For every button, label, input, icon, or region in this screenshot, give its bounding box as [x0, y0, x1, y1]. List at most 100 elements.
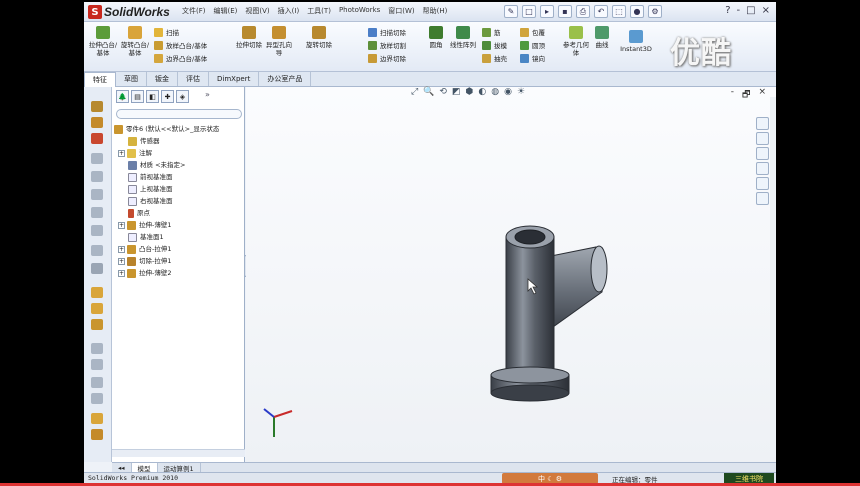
menu-tools[interactable]: 工具(T) — [307, 6, 331, 16]
fillet-button[interactable]: 圆角 — [424, 26, 448, 49]
tool-icon-11[interactable] — [91, 287, 103, 298]
tool-icon-2[interactable] — [91, 117, 103, 128]
display-manager-tab-icon[interactable]: ◈ — [176, 90, 189, 103]
tool-icon-4[interactable] — [91, 153, 103, 164]
draft-button[interactable]: 拔模 — [482, 40, 507, 50]
linear-pattern-button[interactable]: 线性阵列 — [450, 26, 476, 49]
tree-item[interactable]: + 注解 — [118, 147, 152, 159]
sweep-button[interactable]: 扫描 — [154, 27, 179, 37]
new-icon[interactable]: □ — [522, 5, 536, 18]
letterbox-left — [0, 0, 84, 486]
menu-photoworks[interactable]: PhotoWorks — [339, 6, 380, 16]
tool-icon-16[interactable] — [91, 377, 103, 388]
undo-icon[interactable]: ↶ — [594, 5, 608, 18]
tool-icon-17[interactable] — [91, 393, 103, 404]
tool-icon-5[interactable] — [91, 171, 103, 182]
wrap-button[interactable]: 包覆 — [520, 27, 545, 37]
select-icon[interactable]: ⬚ — [612, 5, 626, 18]
tree-item[interactable]: 原点 — [128, 207, 150, 219]
expand-icon[interactable]: + — [118, 257, 125, 265]
property-manager-tab-icon[interactable]: ▤ — [131, 90, 144, 103]
close-button[interactable]: × — [762, 5, 770, 16]
pin-icon[interactable]: ✎ — [504, 5, 518, 18]
shell-button[interactable]: 抽壳 — [482, 53, 507, 63]
tool-icon-15[interactable] — [91, 359, 103, 370]
menu-window[interactable]: 窗口(W) — [388, 6, 414, 16]
tool-icon-8[interactable] — [91, 225, 103, 236]
tree-root-part[interactable]: 零件6 (默认<<默认>_显示状态 — [114, 123, 219, 135]
tree-item[interactable]: + 凸台-拉伸1 — [118, 243, 171, 255]
tool-icon-12[interactable] — [91, 303, 103, 314]
reference-geometry-button[interactable]: 参考几何体 — [562, 26, 590, 57]
menu-help[interactable]: 帮助(H) — [423, 6, 448, 16]
instant3d-button[interactable]: Instant3D — [616, 30, 656, 53]
tool-icon-9[interactable] — [91, 245, 103, 256]
tab-dimxpert[interactable]: DimXpert — [209, 72, 260, 86]
tree-item[interactable]: 材质 <未指定> — [128, 159, 185, 171]
tool-icon-1[interactable] — [91, 101, 103, 112]
tab-sketch[interactable]: 草图 — [116, 72, 147, 86]
expand-icon[interactable]: + — [118, 269, 125, 277]
tree-item[interactable]: 上视基准面 — [128, 183, 173, 195]
extrude-boss-button[interactable]: 拉伸凸台/基体 — [88, 26, 118, 57]
expand-icon[interactable]: + — [118, 245, 125, 253]
tool-icon-7[interactable] — [91, 207, 103, 218]
loft-boss-button[interactable]: 放样凸台/基体 — [154, 40, 207, 50]
dome-button[interactable]: 圆顶 — [520, 40, 545, 50]
revolve-cut-button[interactable]: 旋转切除 — [306, 26, 332, 49]
tool-icon-3[interactable] — [91, 133, 103, 144]
tool-icon-6[interactable] — [91, 189, 103, 200]
save-icon[interactable]: ▪ — [558, 5, 572, 18]
feature-tree-scrollbar[interactable] — [112, 449, 245, 457]
tool-icon-10[interactable] — [91, 263, 103, 274]
open-icon[interactable]: ▸ — [540, 5, 554, 18]
boundary-boss-button[interactable]: 边界凸台/基体 — [154, 53, 207, 63]
chevron-right-icon[interactable]: » — [205, 90, 210, 106]
maximize-button[interactable]: □ — [746, 5, 755, 16]
configuration-tab-icon[interactable]: ◧ — [146, 90, 159, 103]
tab-office-products[interactable]: 办公室产品 — [259, 72, 312, 86]
feature-tree-tab-icon[interactable]: 🌲 — [116, 90, 129, 103]
graphics-scrollbar[interactable] — [770, 97, 776, 457]
tee-pipe-model[interactable] — [246, 87, 776, 462]
tree-item[interactable]: + 切除-拉伸1 — [118, 255, 171, 267]
feature-filter-input[interactable] — [116, 109, 242, 119]
tool-icon-13[interactable] — [91, 319, 103, 330]
menu-insert[interactable]: 插入(I) — [278, 6, 300, 16]
tool-icon-19[interactable] — [91, 429, 103, 440]
revolve-boss-button[interactable]: 旋转凸台/基体 — [120, 26, 150, 57]
tree-item[interactable]: 传感器 — [128, 135, 160, 147]
rebuild-icon[interactable]: ● — [630, 5, 644, 18]
tree-item[interactable]: + 拉伸-薄壁2 — [118, 267, 171, 279]
help-button[interactable]: ? — [725, 5, 730, 16]
extrude-cut-button[interactable]: 拉伸切除 — [236, 26, 262, 49]
tree-item[interactable]: 基准面1 — [128, 231, 164, 243]
menu-view[interactable]: 视图(V) — [245, 6, 269, 16]
hole-wizard-button[interactable]: 异型孔向导 — [266, 26, 292, 57]
app-logo[interactable]: S SolidWorks — [88, 4, 170, 20]
curves-button[interactable]: 曲线 — [592, 26, 612, 49]
minimize-button[interactable]: - — [737, 5, 741, 16]
video-watermark: 优酷 — [670, 36, 732, 71]
tool-icon-14[interactable] — [91, 343, 103, 354]
tool-icon-18[interactable] — [91, 413, 103, 424]
mirror-button[interactable]: 镜向 — [520, 53, 545, 63]
tree-item[interactable]: + 拉伸-薄壁1 — [118, 219, 171, 231]
boundary-cut-button[interactable]: 边界切除 — [368, 53, 406, 63]
dimxpert-tab-icon[interactable]: ✚ — [161, 90, 174, 103]
swept-cut-button[interactable]: 扫描切除 — [368, 27, 406, 37]
rib-button[interactable]: 筋 — [482, 27, 501, 37]
expand-icon[interactable]: + — [118, 221, 125, 229]
lofted-cut-button[interactable]: 放样切割 — [368, 40, 406, 50]
tab-sheet-metal[interactable]: 钣金 — [147, 72, 178, 86]
tab-features[interactable]: 特征 — [84, 72, 116, 87]
options-icon[interactable]: ⚙ — [648, 5, 662, 18]
tree-item[interactable]: 右视基准面 — [128, 195, 173, 207]
print-icon[interactable]: ⎙ — [576, 5, 590, 18]
menu-edit[interactable]: 编辑(E) — [214, 6, 238, 16]
tab-evaluate[interactable]: 评估 — [178, 72, 209, 86]
tree-item[interactable]: 前视基准面 — [128, 171, 173, 183]
graphics-area[interactable]: ⤢ 🔍 ⟲ ◩ ⬢ ◐ ◍ ◉ ☀ - 🗗 × — [246, 87, 776, 462]
expand-icon[interactable]: + — [118, 149, 125, 157]
menu-file[interactable]: 文件(F) — [182, 6, 206, 16]
